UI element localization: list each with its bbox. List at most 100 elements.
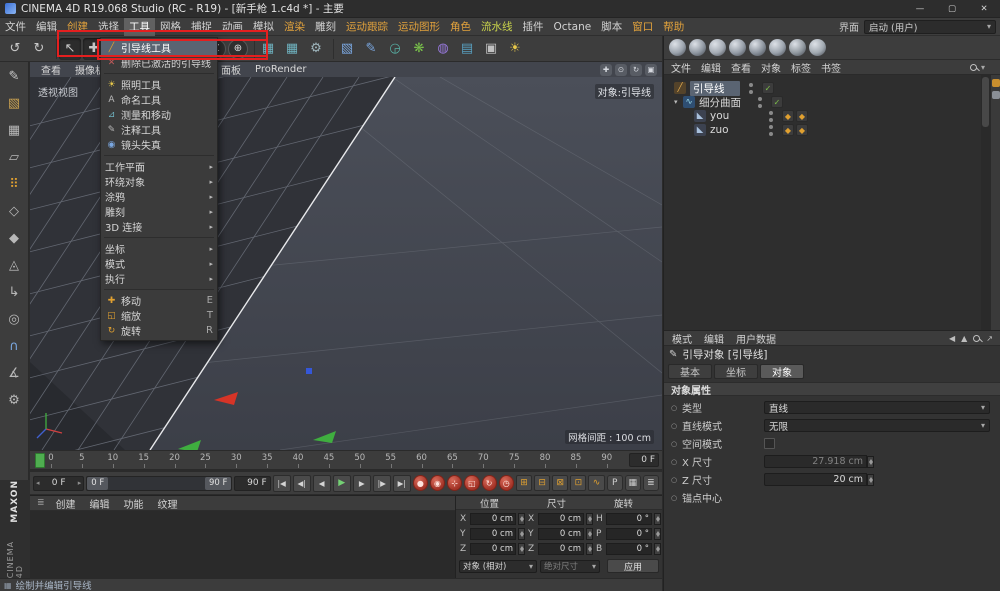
mat-menu-function[interactable]: 功能 <box>117 496 151 511</box>
autokeying-button[interactable]: ◉ <box>430 475 445 491</box>
menu-edit[interactable]: 编辑 <box>31 18 62 36</box>
viewport-orbit-icon[interactable]: ↻ <box>630 64 642 76</box>
animation-dot-icon[interactable]: ○ <box>671 458 682 466</box>
range-end-grip[interactable]: 90 F <box>205 477 231 490</box>
layout-palette-ball[interactable] <box>689 39 706 56</box>
frame-range-slider[interactable]: 0 F 90 F <box>86 476 232 491</box>
om-menu-tags[interactable]: 标签 <box>786 60 816 75</box>
object-tag-icon[interactable]: ✓ <box>771 96 783 108</box>
menu-item-3d-connexion[interactable]: 3D 连接 ▸ <box>101 219 217 234</box>
model-mode-button[interactable]: ▧ <box>2 92 26 115</box>
quantize-button[interactable]: ∡ <box>2 362 26 385</box>
menu-sculpt[interactable]: 雕刻 <box>310 18 341 36</box>
layout-palette-ball[interactable] <box>709 39 726 56</box>
record-rotation-button[interactable]: ↻ <box>482 475 497 491</box>
previous-key-button[interactable]: ◀| <box>293 475 311 492</box>
vp-menu-panel[interactable]: 面板 <box>214 62 248 77</box>
close-button[interactable]: ✕ <box>968 0 1000 18</box>
deformer-button[interactable]: ◍ <box>432 38 454 60</box>
animation-dot-icon[interactable]: ○ <box>671 494 682 502</box>
menu-simulate[interactable]: 模拟 <box>248 18 279 36</box>
am-menu-userdata[interactable]: 用户数据 <box>730 331 782 346</box>
spinner-icon[interactable] <box>654 543 661 555</box>
panel-grip-icon[interactable]: ≣ <box>33 498 49 508</box>
object-manager-scrollbar[interactable] <box>981 75 990 330</box>
object-tag-icon[interactable]: ◆ <box>782 124 794 136</box>
vp-menu-view[interactable]: 查看 <box>34 62 68 77</box>
apply-button[interactable]: 应用 <box>607 559 659 573</box>
position-x-field[interactable]: X 0 cm <box>457 512 525 525</box>
menu-window[interactable]: 窗口 <box>627 18 658 36</box>
menu-character[interactable]: 角色 <box>445 18 476 36</box>
search-icon[interactable] <box>970 64 977 71</box>
attribute-checkbox[interactable] <box>764 438 775 449</box>
visibility-dots-icon[interactable] <box>748 83 754 94</box>
size-z-field[interactable]: Z 0 cm <box>525 542 593 555</box>
object-name[interactable]: zuo <box>710 124 760 136</box>
animation-dot-icon[interactable]: ○ <box>671 404 682 412</box>
keyframe-parameter-toggle[interactable]: ⊡ <box>570 475 586 491</box>
layout-palette-ball[interactable] <box>789 39 806 56</box>
camera-button[interactable]: ▣ <box>480 38 502 60</box>
menu-snap[interactable]: 捕捉 <box>186 18 217 36</box>
om-menu-objects[interactable]: 对象 <box>756 60 786 75</box>
pin-icon[interactable]: ↗ <box>986 334 993 343</box>
dock-tab-icon[interactable] <box>992 79 1000 87</box>
viewport-pan-icon[interactable]: ✚ <box>600 64 612 76</box>
menu-pipeline[interactable]: 流水线 <box>476 18 518 36</box>
size-y-field[interactable]: Y 0 cm <box>525 527 593 540</box>
menu-octane[interactable]: Octane <box>549 18 597 36</box>
om-menu-edit[interactable]: 编辑 <box>696 60 726 75</box>
visibility-dots-icon[interactable] <box>768 125 774 136</box>
animation-dot-icon[interactable]: ○ <box>671 422 682 430</box>
menu-mograph[interactable]: 运动图形 <box>393 18 445 36</box>
menu-motion-tracker[interactable]: 运动跟踪 <box>341 18 393 36</box>
object-properties-section[interactable]: 对象属性 <box>664 382 1000 396</box>
keyframe-pla-toggle[interactable]: ∿ <box>588 475 604 491</box>
menu-item-doodle[interactable]: 涂鸦 ▸ <box>101 189 217 204</box>
menu-file[interactable]: 文件 <box>0 18 31 36</box>
spinner-icon[interactable] <box>867 474 874 486</box>
menu-help[interactable]: 帮助 <box>658 18 689 36</box>
menu-item-naming-tool[interactable]: A 命名工具 <box>101 92 217 107</box>
am-tab-object[interactable]: 对象 <box>760 364 804 379</box>
keyframe-scale-toggle[interactable]: ⊟ <box>534 475 550 491</box>
menu-mesh[interactable]: 网格 <box>155 18 186 36</box>
workplane-mode-button[interactable]: ▱ <box>2 146 26 169</box>
menu-tools[interactable]: 工具 <box>124 18 155 36</box>
animation-dot-icon[interactable]: ○ <box>671 440 682 448</box>
size-mode-select[interactable]: 绝对尺寸 ▾ <box>540 560 600 573</box>
current-frame-field[interactable]: ◂ 0 F ▸ <box>33 476 84 491</box>
spinner-icon[interactable] <box>518 528 525 540</box>
spinner-icon[interactable] <box>654 513 661 525</box>
spinner-right-icon[interactable]: ▸ <box>78 479 82 487</box>
polygons-mode-button[interactable]: ◆ <box>2 227 26 250</box>
object-row-you[interactable]: ◣ you ◆ ◆ <box>664 109 1000 123</box>
dock-tab-icon[interactable] <box>992 91 1000 99</box>
layout-palette-ball[interactable] <box>729 39 746 56</box>
timeline-ruler[interactable]: 051015202530354045505560657075808590 0 F <box>30 450 662 470</box>
goto-end-button[interactable]: ▶| <box>393 475 411 492</box>
menu-item-lens-distortion[interactable]: ◉ 镜头失真 <box>101 137 217 152</box>
render-picture-viewer-button[interactable]: ▦ <box>281 38 303 60</box>
mat-menu-create[interactable]: 创建 <box>49 496 83 511</box>
tweak-mode-button[interactable]: ◬ <box>2 254 26 277</box>
menu-item-modes[interactable]: 模式 ▸ <box>101 256 217 271</box>
undo-button[interactable]: ↺ <box>4 38 26 60</box>
viewport-zoom-icon[interactable]: ⊙ <box>615 64 627 76</box>
subdivision-surface-button[interactable]: ◶ <box>384 38 406 60</box>
am-menu-edit[interactable]: 编辑 <box>698 331 730 346</box>
maximize-button[interactable]: ▢ <box>936 0 968 18</box>
menu-item-annotation-tool[interactable]: ✎ 注释工具 <box>101 122 217 137</box>
rotation-h-field[interactable]: H 0 ° <box>593 512 661 525</box>
record-position-button[interactable]: ⊹ <box>447 475 462 491</box>
spinner-left-icon[interactable]: ◂ <box>36 479 40 487</box>
object-row-guide[interactable]: ╱ 引导线 ✓ <box>664 81 1000 95</box>
object-tag-icon[interactable]: ◆ <box>782 110 794 122</box>
spinner-icon[interactable] <box>586 528 593 540</box>
menu-item-sculpt[interactable]: 雕刻 ▸ <box>101 204 217 219</box>
menu-item-workplane[interactable]: 工作平面 ▸ <box>101 159 217 174</box>
spinner-icon[interactable] <box>518 543 525 555</box>
menu-item-measure-move[interactable]: ⊿ 测量和移动 <box>101 107 217 122</box>
enable-axis-button[interactable]: ↳ <box>2 281 26 304</box>
